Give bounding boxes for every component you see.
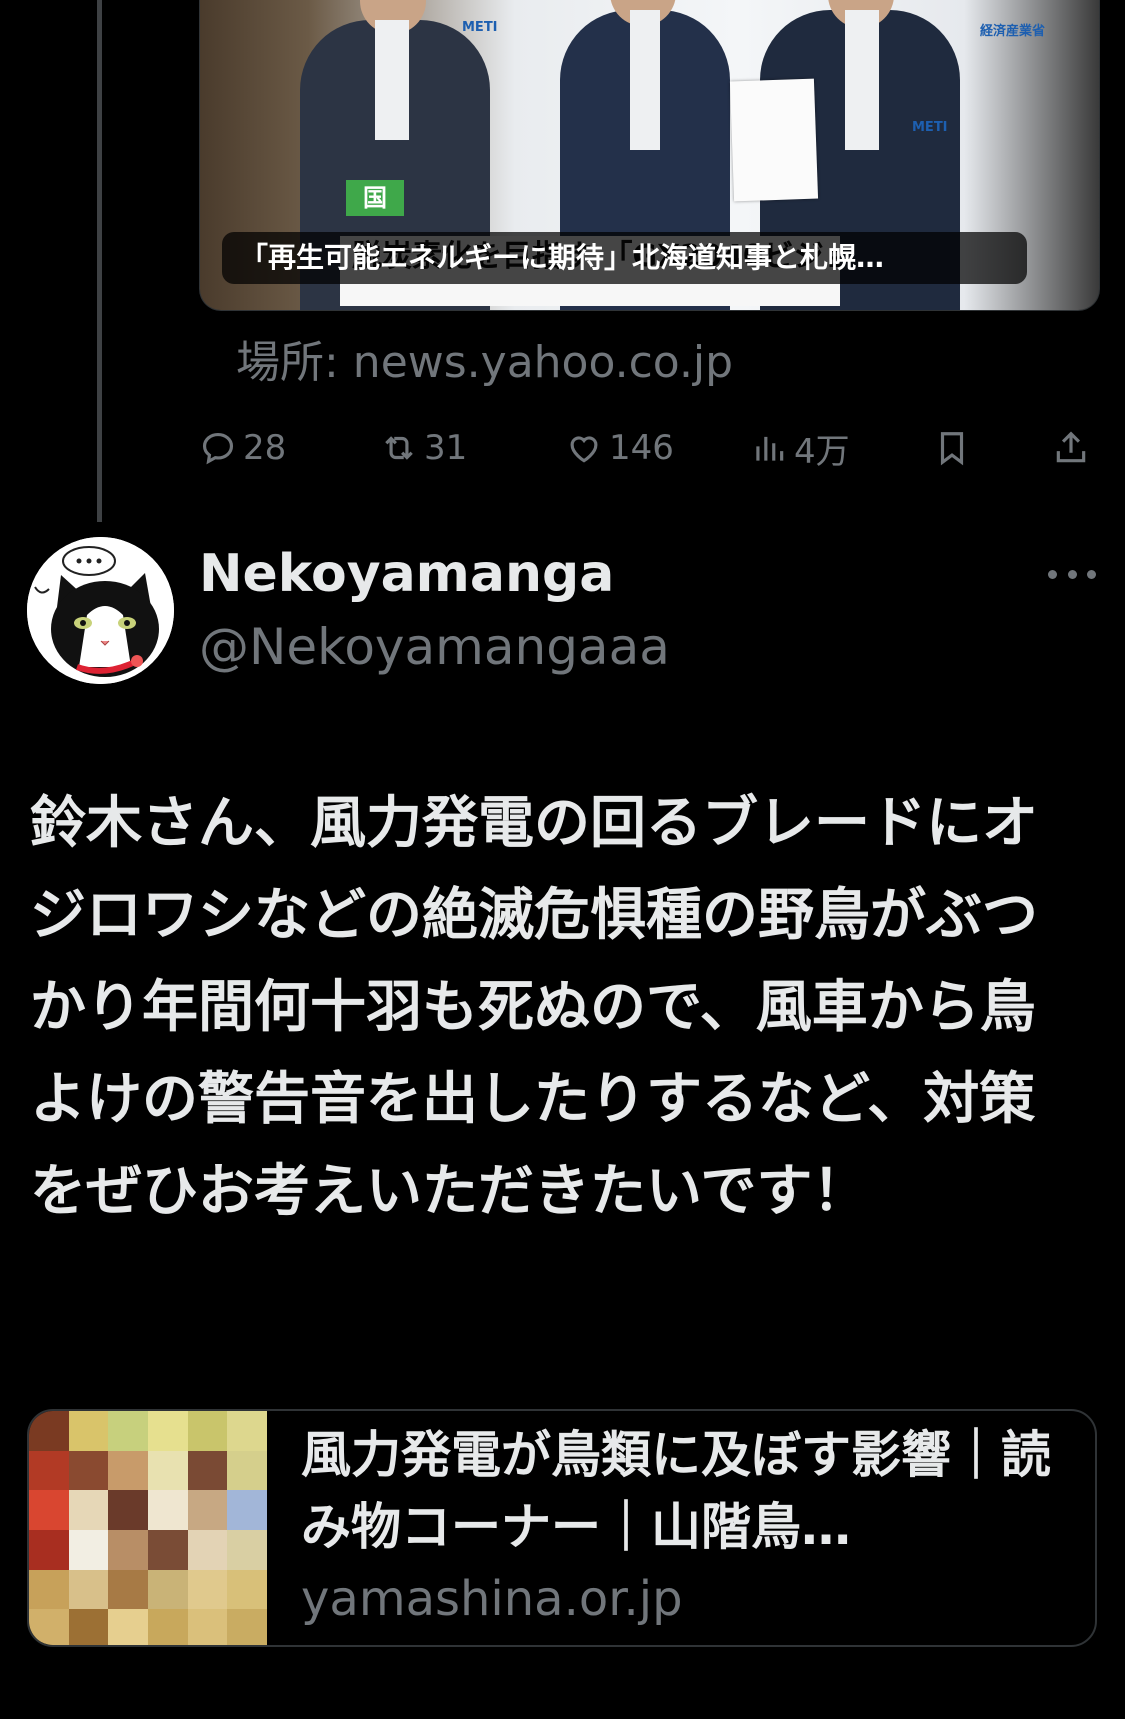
heart-icon (570, 436, 598, 463)
more-dot-icon (1048, 569, 1057, 579)
repost-button[interactable]: 31 (380, 418, 467, 478)
tweet-text: 鈴木さん、風力発電の回るブレードにオジロワシなどの絶滅危惧種の野鳥がぶつかり年間… (30, 791, 1038, 1224)
thread-connector-line (97, 0, 102, 522)
bookmark-button[interactable] (933, 418, 977, 478)
link-card-title: 風力発電が鳥類に及ぼす影響｜読み物コーナー｜山階鳥… (301, 1426, 1051, 1556)
reply-count: 28 (243, 428, 287, 468)
link-source-domain[interactable]: 場所: news.yahoo.co.jp (236, 326, 733, 390)
bookmark-icon (940, 432, 964, 466)
link-card-title: 「再生可能エネルギーに期待」北海道知事と札幌… (222, 232, 1027, 284)
reply-button[interactable]: 28 (199, 418, 286, 478)
tweet-action-bar: 28 31 146 4万 (199, 418, 1098, 478)
repost-count: 31 (424, 428, 468, 468)
meti-logo: METI (912, 120, 948, 135)
reply-icon (202, 432, 234, 465)
repost-icon (385, 436, 413, 460)
news-link-card-image[interactable]: METI 経済産業省 METI 国 脱炭素化を目指す 「GX2040ビジョン」の… (199, 0, 1100, 311)
display-name[interactable]: Nekoyamanga (199, 544, 614, 604)
like-button[interactable]: 146 (565, 418, 674, 478)
like-count: 146 (609, 428, 674, 468)
share-icon (1056, 431, 1086, 463)
meti-logo: METI (462, 20, 498, 35)
document-in-photo (729, 78, 819, 202)
view-count: 4万 (794, 431, 850, 472)
more-dot-icon (1067, 569, 1077, 579)
ministry-logo: 経済産業省 (980, 24, 1046, 39)
link-card-thumbnail (29, 1411, 267, 1645)
share-button[interactable] (1052, 418, 1096, 478)
more-dot-icon (1087, 569, 1096, 579)
link-card-domain: yamashina.or.jp (301, 1571, 683, 1627)
analytics-icon (756, 436, 784, 461)
more-options-button[interactable] (1048, 556, 1096, 592)
avatar[interactable] (27, 537, 174, 684)
tv-category-badge: 国 (346, 180, 404, 216)
user-handle[interactable]: @Nekoyamangaaa (199, 618, 670, 676)
cat-avatar-icon (27, 537, 174, 684)
link-card[interactable]: 風力発電が鳥類に及ぼす影響｜読み物コーナー｜山階鳥… yamashina.or.… (27, 1409, 1097, 1647)
views-button[interactable]: 4万 (750, 418, 850, 478)
